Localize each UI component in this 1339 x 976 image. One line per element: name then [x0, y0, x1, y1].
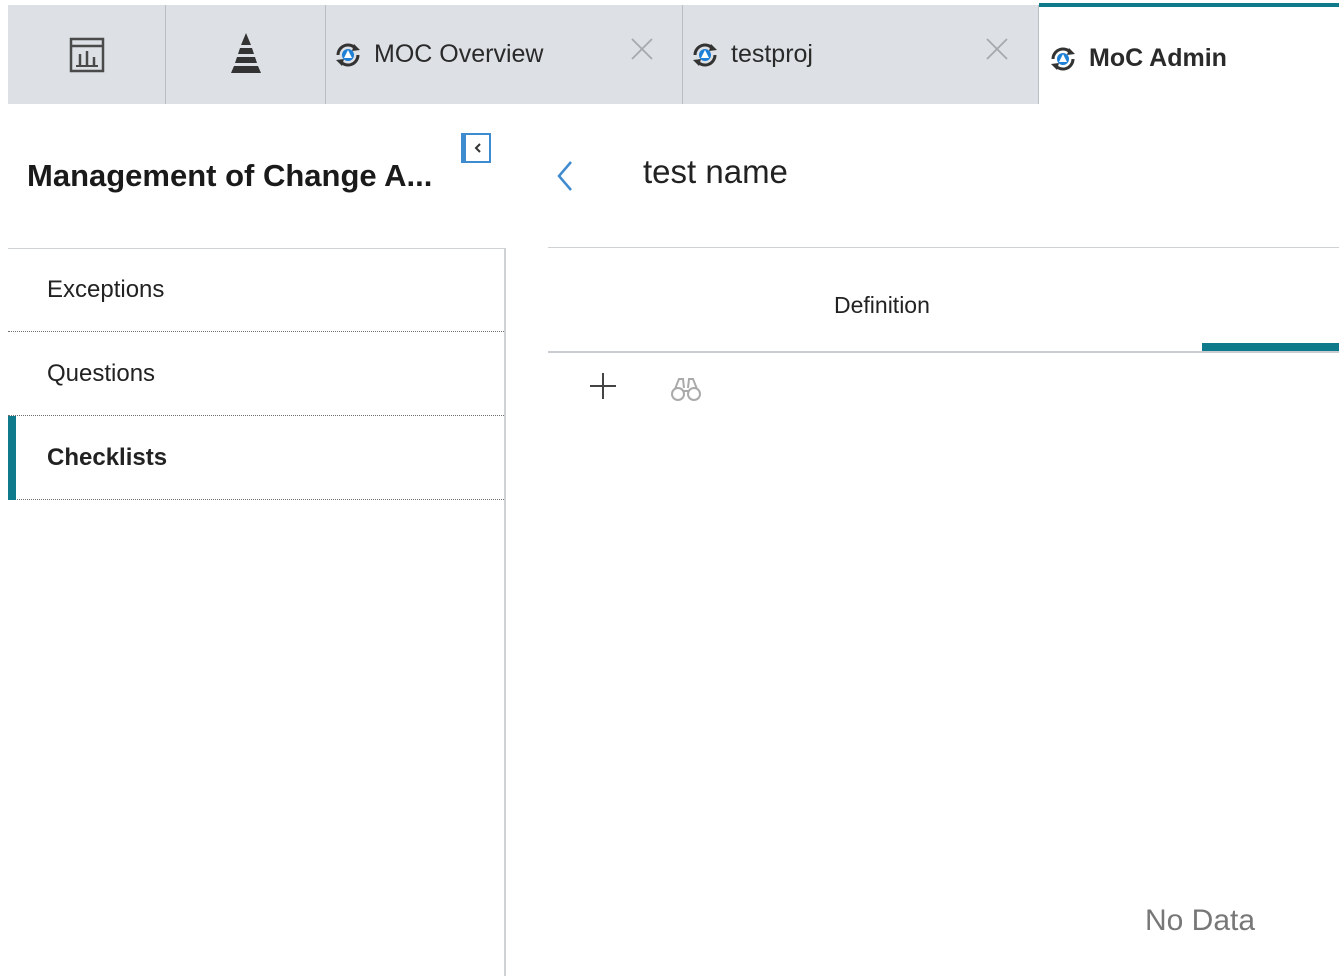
- app-root: MOC Overview testproj MoC Admin Manageme…: [0, 0, 1339, 976]
- back-chevron-icon[interactable]: [553, 158, 577, 194]
- tab-moc-overview[interactable]: MOC Overview: [326, 5, 683, 104]
- tab-label: testproj: [731, 40, 813, 68]
- tab-testproj[interactable]: testproj: [683, 5, 1039, 104]
- nav-item-label: Checklists: [47, 443, 168, 471]
- nav-item-questions[interactable]: Questions: [8, 332, 504, 416]
- chevron-left-icon: [474, 143, 481, 153]
- moc-icon: [1051, 47, 1075, 70]
- detail-title: test name: [643, 153, 788, 190]
- nav-item-exceptions[interactable]: Exceptions: [8, 249, 504, 332]
- tab-bar: MOC Overview testproj MoC Admin: [8, 3, 1339, 104]
- active-tab-indicator: [1202, 343, 1339, 351]
- dashboard-chart-icon: [69, 37, 104, 72]
- left-panel-title: Management of Change A...: [27, 158, 433, 193]
- nav-item-label: Exceptions: [47, 276, 165, 303]
- subtab-bar: Definition: [548, 248, 1339, 353]
- tab-label: MOC Overview: [374, 40, 544, 68]
- tab-definition[interactable]: Definition: [834, 292, 930, 319]
- moc-icon: [336, 43, 360, 66]
- pyramid-icon: [230, 32, 261, 73]
- close-icon[interactable]: [985, 37, 1009, 61]
- collapse-panel-button[interactable]: [461, 133, 491, 163]
- nav-item-checklists[interactable]: Checklists: [8, 416, 504, 500]
- tab-dashboard[interactable]: [8, 5, 166, 104]
- plus-icon[interactable]: [588, 371, 618, 401]
- binoculars-icon[interactable]: [670, 376, 702, 402]
- nav-item-label: Questions: [47, 359, 156, 387]
- tab-pyramid[interactable]: [166, 5, 326, 104]
- tab-label: MoC Admin: [1089, 44, 1227, 72]
- close-icon[interactable]: [630, 37, 654, 61]
- empty-state-text: No Data: [1145, 904, 1256, 937]
- left-nav-list: Exceptions Questions Checklists: [8, 248, 506, 976]
- tab-moc-admin[interactable]: MoC Admin: [1039, 3, 1339, 104]
- moc-icon: [693, 43, 717, 66]
